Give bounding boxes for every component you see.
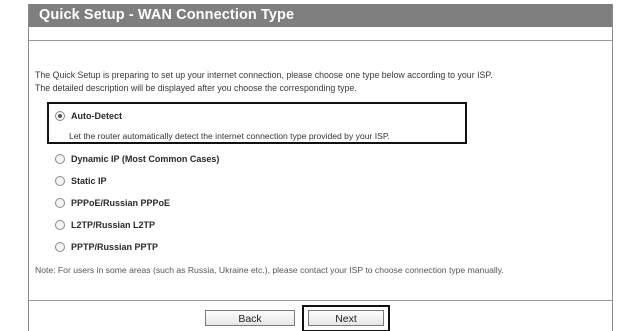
radio-icon[interactable] bbox=[55, 176, 65, 186]
option-label: PPTP/Russian PPTP bbox=[71, 242, 159, 252]
note-text: Note: For users in some areas (such as R… bbox=[35, 265, 504, 275]
description-line-1: The Quick Setup is preparing to set up y… bbox=[35, 70, 493, 80]
option-label: Dynamic IP (Most Common Cases) bbox=[71, 154, 220, 164]
radio-icon-selected[interactable] bbox=[55, 111, 65, 121]
title-bar: Quick Setup - WAN Connection Type bbox=[29, 4, 612, 27]
option-label: Static IP bbox=[71, 176, 107, 186]
option-pppoe[interactable]: PPPoE/Russian PPPoE bbox=[55, 196, 170, 210]
option-pptp[interactable]: PPTP/Russian PPTP bbox=[55, 240, 158, 254]
option-dynamic-ip[interactable]: Dynamic IP (Most Common Cases) bbox=[55, 152, 219, 166]
setup-panel: Quick Setup - WAN Connection Type The Qu… bbox=[28, 4, 613, 331]
radio-icon[interactable] bbox=[55, 198, 65, 208]
option-auto-detect[interactable]: Auto-Detect bbox=[55, 109, 122, 123]
option-label: L2TP/Russian L2TP bbox=[71, 220, 156, 230]
description-line-2: The detailed description will be display… bbox=[35, 83, 357, 93]
option-static-ip[interactable]: Static IP bbox=[55, 174, 107, 188]
back-button[interactable]: Back bbox=[205, 310, 295, 326]
divider-top bbox=[29, 40, 612, 41]
auto-detect-description: Let the router automatically detect the … bbox=[69, 131, 390, 141]
next-button[interactable]: Next bbox=[308, 310, 384, 326]
option-label: PPPoE/Russian PPPoE bbox=[71, 198, 171, 208]
radio-icon[interactable] bbox=[55, 154, 65, 164]
divider-bottom bbox=[29, 300, 612, 301]
radio-icon[interactable] bbox=[55, 220, 65, 230]
radio-icon[interactable] bbox=[55, 242, 65, 252]
page: Quick Setup - WAN Connection Type The Qu… bbox=[0, 0, 636, 331]
page-title: Quick Setup - WAN Connection Type bbox=[39, 7, 295, 23]
option-l2tp[interactable]: L2TP/Russian L2TP bbox=[55, 218, 155, 232]
option-label: Auto-Detect bbox=[71, 111, 122, 121]
